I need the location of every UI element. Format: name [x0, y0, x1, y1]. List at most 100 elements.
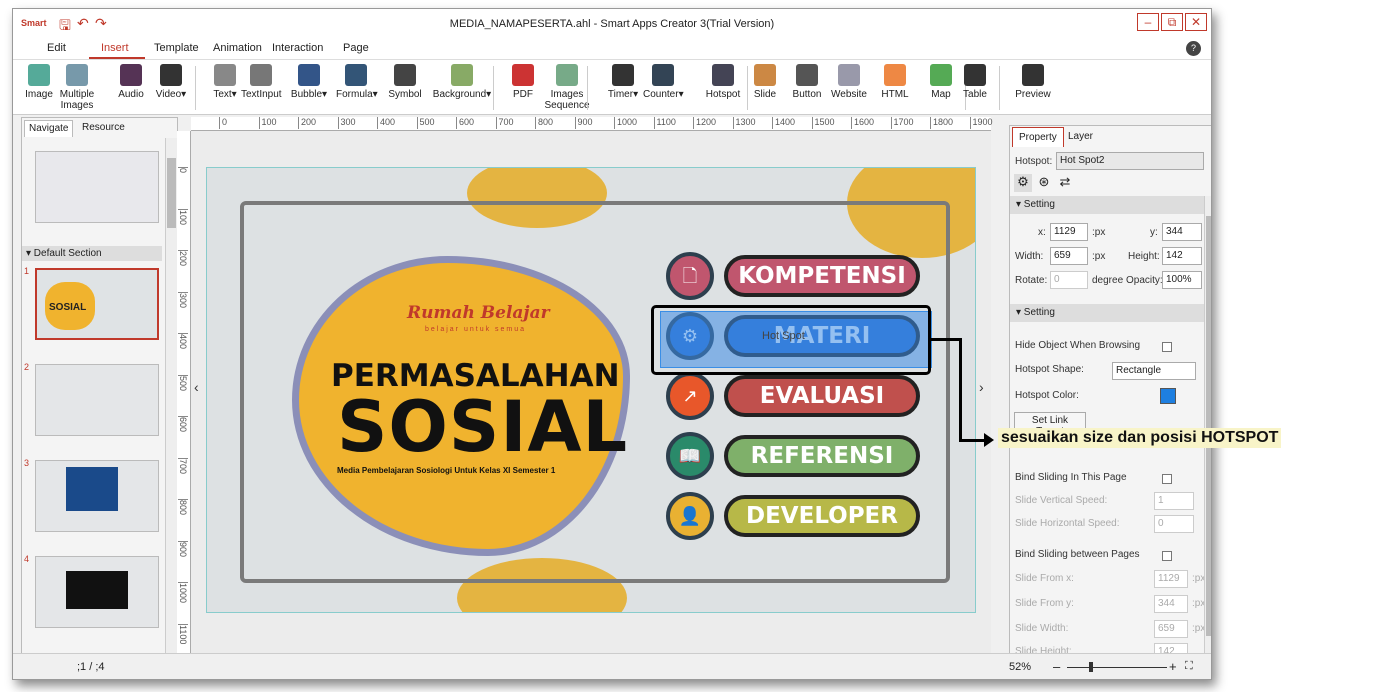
next-page-icon[interactable]: ›: [979, 379, 984, 395]
bind-pages-label: Bind Sliding between Pages: [1015, 549, 1140, 560]
vspeed-label: Slide Vertical Speed:: [1015, 495, 1108, 506]
slide-thumbnail-4[interactable]: [35, 556, 159, 628]
toolbar-label: Text▾: [213, 89, 237, 100]
bind-pages-checkbox[interactable]: [1162, 551, 1172, 561]
prev-page-icon[interactable]: ‹: [194, 379, 199, 395]
rotate-input[interactable]: 0: [1050, 271, 1088, 289]
slide-button-developer[interactable]: 👤 DEVELOPER: [666, 492, 924, 540]
menu-interaction[interactable]: Interaction: [272, 42, 323, 54]
tab-layer[interactable]: Layer: [1062, 127, 1099, 147]
x-label: x:: [1038, 227, 1046, 238]
hotspot-color-swatch[interactable]: [1160, 388, 1176, 404]
toolbar-table-button[interactable]: Table: [955, 64, 995, 100]
hotspot-name-field[interactable]: Hot Spot2: [1056, 152, 1204, 170]
setting-header-position[interactable]: ▾ Setting: [1010, 196, 1206, 214]
callout-text: sesuaikan size dan posisi HOTSPOT: [998, 428, 1282, 448]
symbol-icon: [394, 64, 416, 86]
zoom-in-icon[interactable]: +: [1169, 659, 1177, 674]
y-label: y:: [1150, 227, 1158, 238]
toolbar-html-button[interactable]: HTML: [875, 64, 915, 100]
menu-template[interactable]: Template: [154, 42, 199, 54]
toolbar-website-button[interactable]: Website: [829, 64, 869, 100]
help-icon[interactable]: ?: [1186, 41, 1201, 56]
close-button[interactable]: ✕: [1185, 13, 1207, 31]
toolbar-counter-button[interactable]: Counter▾: [643, 64, 684, 100]
left-scrollbar[interactable]: [165, 138, 177, 654]
property-scrollbar[interactable]: [1204, 196, 1211, 654]
opacity-select[interactable]: 100%: [1162, 271, 1202, 289]
action-icon[interactable]: ⊛: [1035, 174, 1053, 192]
hide-object-checkbox[interactable]: [1162, 342, 1172, 352]
section-header[interactable]: ▾ Default Section: [22, 246, 162, 261]
toolbar-bubble-button[interactable]: Bubble▾: [289, 64, 329, 100]
tab-navigate[interactable]: Navigate: [24, 120, 74, 137]
menu-page[interactable]: Page: [343, 42, 369, 54]
zoom-slider[interactable]: [1067, 667, 1167, 668]
from-x-input[interactable]: 1129: [1154, 570, 1188, 588]
toolbar-label: Timer▾: [607, 89, 639, 100]
toolbar-audio-button[interactable]: Audio: [111, 64, 151, 100]
toolbar-formula-button[interactable]: Formula▾: [336, 64, 378, 100]
toolbar-label: Preview: [1015, 89, 1051, 100]
slide-button-evaluasi[interactable]: ↗ EVALUASI: [666, 372, 924, 420]
bind-sliding-checkbox[interactable]: [1162, 474, 1172, 484]
slide-button-label: REFERENSI: [724, 435, 920, 477]
toolbar-text-button[interactable]: Text▾: [205, 64, 245, 100]
setting-header-hotspot[interactable]: ▾ Setting: [1010, 304, 1206, 322]
minimize-button[interactable]: –: [1137, 13, 1159, 31]
toolbar-video-button[interactable]: Video▾: [151, 64, 191, 100]
menu-insert[interactable]: Insert: [101, 42, 129, 54]
toolbar-label: TextInput: [241, 89, 282, 100]
fit-screen-icon[interactable]: ⛶: [1185, 660, 1193, 673]
height-label: Height:: [1128, 251, 1160, 262]
zoom-slider-handle[interactable]: [1089, 662, 1093, 672]
hspeed-input[interactable]: 0: [1154, 515, 1194, 533]
from-y-input[interactable]: 344: [1154, 595, 1188, 613]
height-input[interactable]: 142: [1162, 247, 1202, 265]
toolbar-label: Counter▾: [643, 89, 684, 100]
slide-width-input[interactable]: 659: [1154, 620, 1188, 638]
html-icon: [884, 64, 906, 86]
slide-canvas[interactable]: Rumah Belajar belajar untuk semua PERMAS…: [206, 167, 976, 613]
tab-property[interactable]: Property: [1012, 127, 1064, 147]
slide-button-referensi[interactable]: 📖 REFERENSI: [666, 432, 924, 480]
swap-icon[interactable]: ⇄: [1056, 174, 1074, 192]
scroll-thumb[interactable]: [167, 158, 176, 228]
toolbar-background-button[interactable]: Background▾: [429, 64, 495, 100]
toolbar-image-button[interactable]: Image: [19, 64, 59, 100]
toolbar-button-button[interactable]: Button: [787, 64, 827, 100]
rotate-label: Rotate:: [1015, 275, 1048, 286]
toolbar-symbol-button[interactable]: Symbol: [385, 64, 425, 100]
menu-animation[interactable]: Animation: [213, 42, 262, 54]
tab-resource[interactable]: Resource: [78, 120, 129, 137]
y-input[interactable]: 344: [1162, 223, 1202, 241]
toolbar-separator: [493, 66, 494, 110]
hotspot-shape-select[interactable]: Rectangle: [1112, 362, 1196, 380]
slide-number: 1: [24, 266, 30, 276]
zoom-out-icon[interactable]: –: [1053, 659, 1060, 674]
toolbar-images-sequence-button[interactable]: Images Sequence: [543, 64, 591, 111]
ruler-tick: 700: [178, 457, 188, 474]
ruler-tick: 200: [298, 117, 316, 129]
settings-gear-icon[interactable]: ⚙: [1014, 174, 1032, 192]
toolbar-slide-button[interactable]: Slide: [745, 64, 785, 100]
section-cover-thumbnail[interactable]: [35, 151, 159, 223]
x-input[interactable]: 1129: [1050, 223, 1088, 241]
slide-thumbnail-1[interactable]: SOSIAL: [35, 268, 159, 340]
menu-edit[interactable]: Edit: [47, 42, 66, 54]
toolbar-textinput-button[interactable]: TextInput: [241, 64, 282, 100]
width-input[interactable]: 659: [1050, 247, 1088, 265]
toolbar-multiple-images-button[interactable]: Multiple Images: [57, 64, 97, 111]
toolbar-pdf-button[interactable]: PDF: [503, 64, 543, 100]
slide-button-kompetensi[interactable]: 🗋 KOMPETENSI: [666, 252, 924, 300]
slide-thumbnail-2[interactable]: [35, 364, 159, 436]
ruler-top: 0 100 200 300 400 500 600 700 800 900 1000 1100 1200…: [191, 117, 993, 131]
slide-thumbnail-3[interactable]: [35, 460, 159, 532]
menu-bar: Edit Insert Template Animation Interacti…: [13, 37, 1211, 59]
vspeed-input[interactable]: 1: [1154, 492, 1194, 510]
restore-button[interactable]: ⧉: [1161, 13, 1183, 31]
toolbar-preview-button[interactable]: Preview: [1013, 64, 1053, 100]
toolbar-timer-button[interactable]: Timer▾: [603, 64, 643, 100]
scroll-thumb[interactable]: [1206, 216, 1211, 636]
toolbar-hotspot-button[interactable]: Hotspot: [703, 64, 743, 100]
